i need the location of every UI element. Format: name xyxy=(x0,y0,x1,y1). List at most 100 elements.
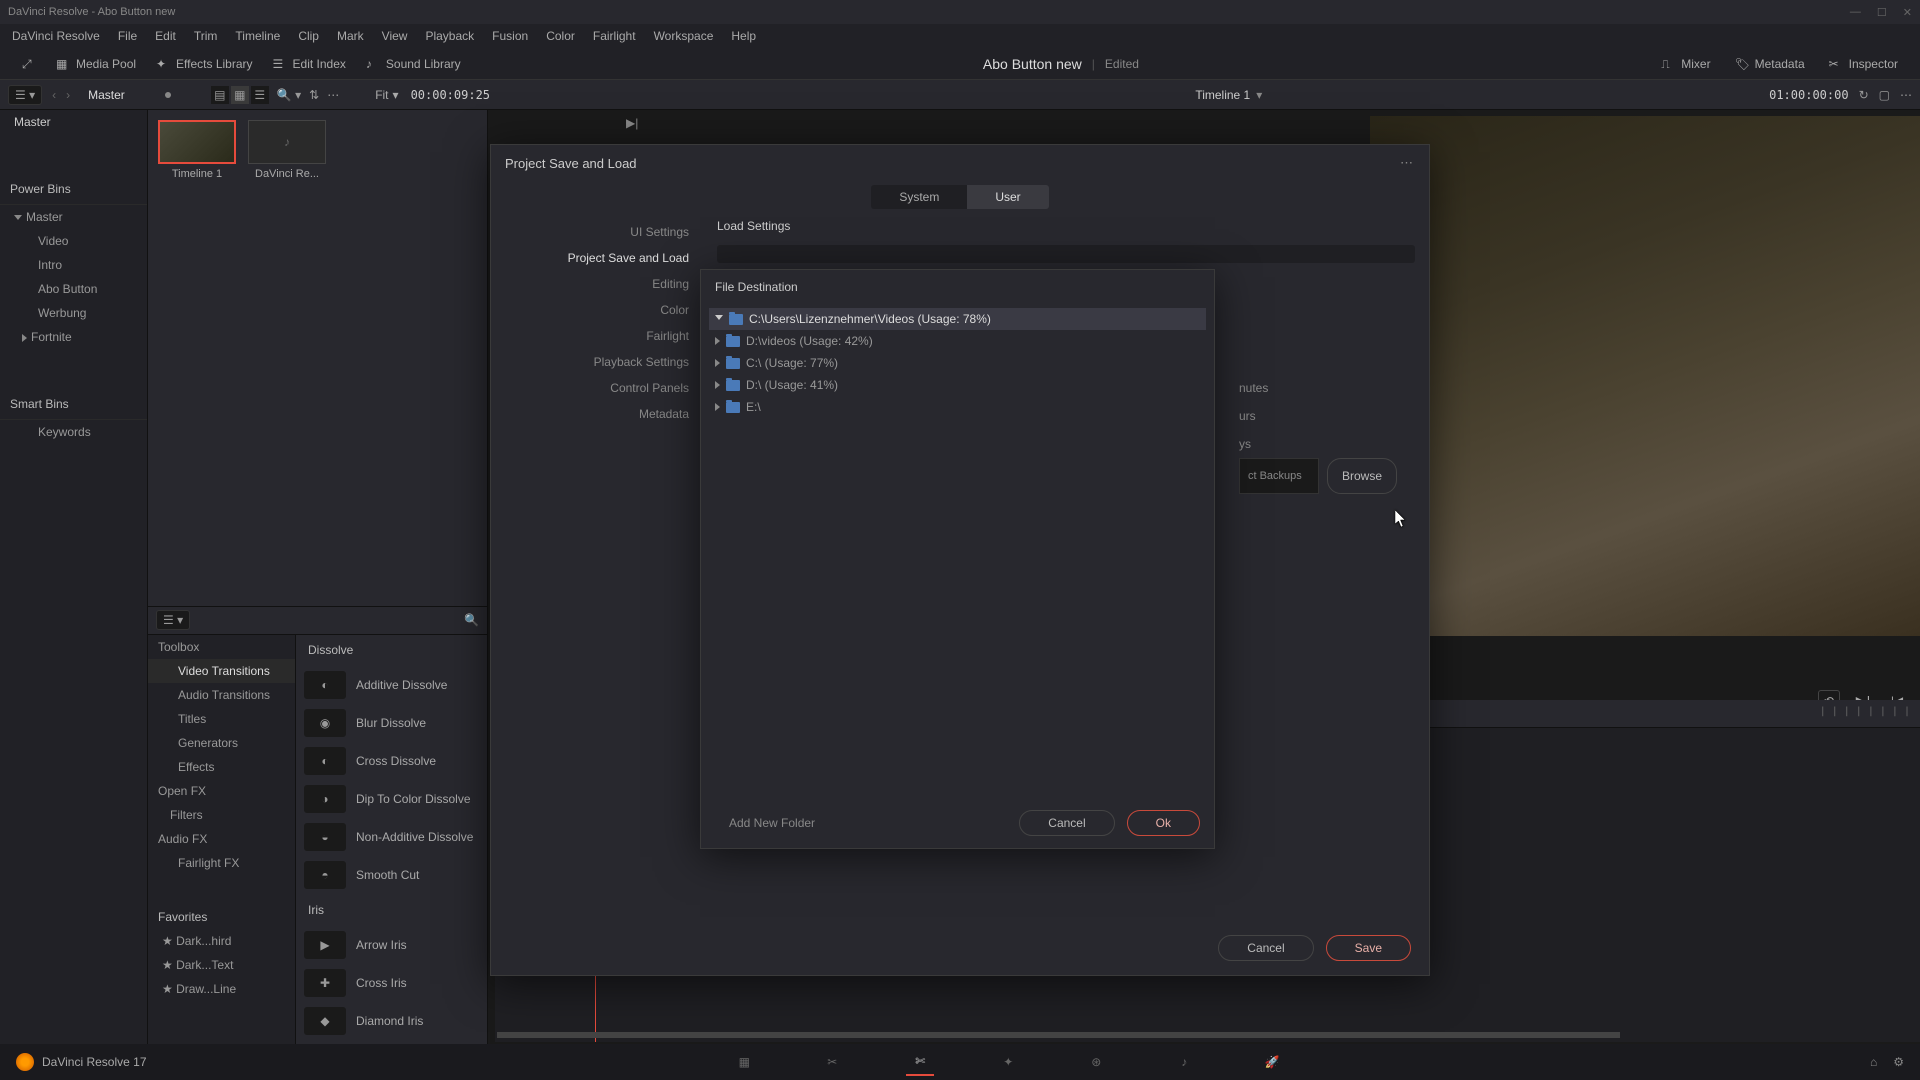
settings-nav-item[interactable]: Editing xyxy=(505,271,689,297)
scrollbar[interactable] xyxy=(497,1032,1620,1038)
ok-button[interactable]: Ok xyxy=(1127,810,1200,836)
options-icon[interactable]: ⋯ xyxy=(1900,88,1912,102)
fx-item[interactable]: ◆Diamond Iris xyxy=(300,1003,483,1039)
color-page-icon[interactable]: ⊛ xyxy=(1082,1048,1110,1076)
menu-item[interactable]: Workspace xyxy=(646,27,722,45)
system-tab[interactable]: System xyxy=(871,185,967,209)
bin-item[interactable]: Video xyxy=(0,229,147,253)
master-bin[interactable]: Master xyxy=(0,205,147,229)
menu-item[interactable]: Edit xyxy=(147,27,184,45)
cancel-button[interactable]: Cancel xyxy=(1218,935,1313,961)
fx-item[interactable]: ◑Dip To Color Dissolve xyxy=(300,781,483,817)
fx-tree-item[interactable]: Audio Transitions xyxy=(148,683,295,707)
edit-index-button[interactable]: ☰Edit Index xyxy=(263,53,356,75)
fx-item[interactable]: ◒Non-Additive Dissolve xyxy=(300,819,483,855)
list-view-icon[interactable]: ☰ xyxy=(251,86,269,104)
menu-item[interactable]: Help xyxy=(723,27,764,45)
fairlight-page-icon[interactable]: ♪ xyxy=(1170,1048,1198,1076)
settings-nav-item[interactable]: UI Settings xyxy=(505,219,689,245)
fx-item[interactable]: ◉Blur Dissolve xyxy=(300,705,483,741)
options-icon[interactable]: ⋯ xyxy=(327,88,339,102)
cancel-button[interactable]: Cancel xyxy=(1019,810,1114,836)
openfx-cat[interactable]: Open FX xyxy=(148,779,295,803)
media-pool-button[interactable]: ▦Media Pool xyxy=(46,53,146,75)
thumb-view-icon[interactable]: ▦ xyxy=(231,86,249,104)
bin-item[interactable]: Werbung xyxy=(0,301,147,325)
bin-item[interactable]: Keywords xyxy=(0,420,147,444)
fx-tree-item[interactable]: Effects xyxy=(148,755,295,779)
fav-item[interactable]: ★ Draw...Line xyxy=(148,977,295,1001)
maximize-button[interactable]: ☐ xyxy=(1877,6,1887,19)
home-icon[interactable]: ⌂ xyxy=(1870,1055,1877,1069)
menu-item[interactable]: Color xyxy=(538,27,583,45)
inspector-button[interactable]: ✂Inspector xyxy=(1819,53,1908,75)
fx-item[interactable]: ◐Additive Dissolve xyxy=(300,667,483,703)
expand-button[interactable]: ⤢ xyxy=(12,53,46,75)
bin-item[interactable]: Intro xyxy=(0,253,147,277)
fav-item[interactable]: ★ Dark...Text xyxy=(148,953,295,977)
fx-item[interactable]: ✚Cross Iris xyxy=(300,965,483,1001)
panel-select[interactable]: ☰ ▾ xyxy=(8,85,42,105)
folder-item[interactable]: D:\videos (Usage: 42%) xyxy=(709,330,1206,352)
folder-item[interactable]: C:\Users\Lizenznehmer\Videos (Usage: 78%… xyxy=(709,308,1206,330)
dialog-options-icon[interactable]: ⋯ xyxy=(1400,155,1415,171)
fusion-page-icon[interactable]: ✦ xyxy=(994,1048,1022,1076)
save-button[interactable]: Save xyxy=(1326,935,1411,961)
folder-item[interactable]: E:\ xyxy=(709,396,1206,418)
menu-item[interactable]: Fairlight xyxy=(585,27,644,45)
search-icon[interactable]: 🔍 ▾ xyxy=(277,88,301,102)
cut-page-icon[interactable]: ✂ xyxy=(818,1048,846,1076)
settings-nav-item[interactable]: Fairlight xyxy=(505,323,689,349)
user-tab[interactable]: User xyxy=(967,185,1048,209)
clip-thumb[interactable]: Timeline 1 xyxy=(158,120,236,180)
menu-item[interactable]: Mark xyxy=(329,27,372,45)
settings-nav-item[interactable]: Project Save and Load xyxy=(505,245,689,271)
fx-item[interactable]: ▶Arrow Iris xyxy=(300,927,483,963)
toolbox-cat[interactable]: Toolbox xyxy=(148,635,295,659)
single-viewer-icon[interactable]: ▢ xyxy=(1879,88,1890,102)
clip-thumb[interactable]: ♪ DaVinci Re... xyxy=(248,120,326,180)
timeline-selector[interactable]: Timeline 1▾ xyxy=(1195,88,1262,102)
next-frame-icon[interactable]: ▶| xyxy=(626,116,638,130)
settings-nav-item[interactable]: Metadata xyxy=(505,401,689,427)
search-icon[interactable]: 🔍 xyxy=(464,613,479,627)
fx-item[interactable]: ◓Smooth Cut xyxy=(300,857,483,893)
nav-back[interactable]: ‹ xyxy=(52,88,56,102)
sort-icon[interactable]: ⇅ xyxy=(309,88,319,102)
settings-nav-item[interactable]: Control Panels xyxy=(505,375,689,401)
media-page-icon[interactable]: ▦ xyxy=(730,1048,758,1076)
menu-item[interactable]: DaVinci Resolve xyxy=(4,27,108,45)
backup-path-input[interactable]: ct Backups xyxy=(1239,458,1319,494)
browse-button[interactable]: Browse xyxy=(1327,458,1397,494)
settings-nav-item[interactable]: Color xyxy=(505,297,689,323)
folder-item[interactable]: C:\ (Usage: 77%) xyxy=(709,352,1206,374)
minimize-button[interactable]: — xyxy=(1850,6,1861,19)
settings-icon[interactable]: ⚙ xyxy=(1893,1055,1904,1069)
sound-library-button[interactable]: ♪Sound Library xyxy=(356,53,471,75)
fx-tree-item[interactable]: Fairlight FX xyxy=(148,851,295,875)
bin-item[interactable]: Fortnite xyxy=(0,325,147,349)
metadata-button[interactable]: 🏷Metadata xyxy=(1725,53,1815,75)
fx-tree-item[interactable]: Titles xyxy=(148,707,295,731)
master-bin[interactable]: Master xyxy=(0,110,147,134)
menu-item[interactable]: Playback xyxy=(417,27,482,45)
fit-select[interactable]: Fit▾ xyxy=(375,88,398,102)
settings-nav-item[interactable]: Playback Settings xyxy=(505,349,689,375)
fx-item[interactable]: ◐Cross Dissolve xyxy=(300,743,483,779)
folder-item[interactable]: D:\ (Usage: 41%) xyxy=(709,374,1206,396)
menu-item[interactable]: View xyxy=(374,27,416,45)
deliver-page-icon[interactable]: 🚀 xyxy=(1258,1048,1286,1076)
menu-item[interactable]: Trim xyxy=(186,27,226,45)
fx-tree-item[interactable]: Generators xyxy=(148,731,295,755)
menu-item[interactable]: Clip xyxy=(290,27,327,45)
add-new-folder-button[interactable]: Add New Folder xyxy=(715,811,829,835)
menu-item[interactable]: Timeline xyxy=(227,27,288,45)
metadata-view-icon[interactable]: ▤ xyxy=(211,86,229,104)
menu-item[interactable]: File xyxy=(110,27,145,45)
nav-fwd[interactable]: › xyxy=(66,88,70,102)
audiofx-cat[interactable]: Audio FX xyxy=(148,827,295,851)
mixer-button[interactable]: ⎍Mixer xyxy=(1651,53,1720,75)
fav-item[interactable]: ★ Dark...hird xyxy=(148,929,295,953)
menu-item[interactable]: Fusion xyxy=(484,27,536,45)
effects-library-button[interactable]: ✦Effects Library xyxy=(146,53,262,75)
